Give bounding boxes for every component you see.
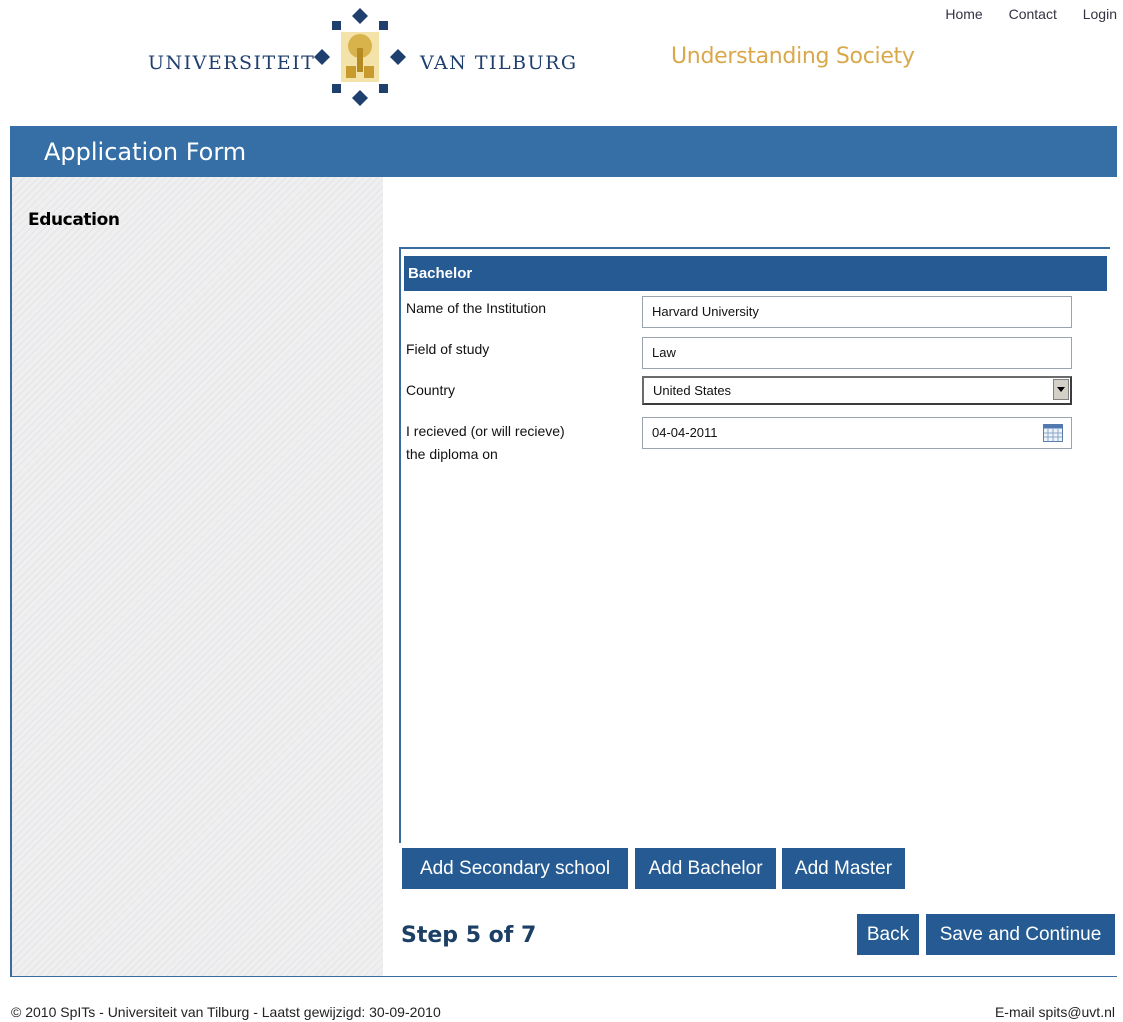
field-of-study-input[interactable]: Law [642,337,1072,369]
page-title: Application Form [44,138,247,166]
university-seal-icon [314,8,406,106]
step-indicator: Step 5 of 7 [401,923,537,948]
logo-text-right: VAN TILBURG [420,52,578,74]
footer-email[interactable]: E-mail spits@uvt.nl [995,1004,1115,1020]
institution-input[interactable]: Harvard University [642,296,1072,328]
sidebar-section-title: Education [28,210,120,230]
country-select[interactable]: United States [642,376,1072,405]
add-bachelor-button[interactable]: Add Bachelor [635,848,776,889]
title-bar: Application Form [10,126,1117,177]
diploma-date-input[interactable]: 04-04-2011 [642,417,1072,449]
logo-text-left: UNIVERSITEIT [148,52,316,74]
diploma-date-label: I recieved (or will recieve) the diploma… [406,420,565,466]
university-logo[interactable]: UNIVERSITEIT VAN TILBURG [148,8,578,106]
country-selected-value: United States [653,383,732,398]
country-label: Country [406,382,456,398]
diploma-date-value: 04-04-2011 [652,425,718,440]
nav-home-link[interactable]: Home [945,6,982,22]
panel-header: Bachelor [404,256,1107,291]
education-panel: Bachelor Name of the Institution Harvard… [399,247,1110,843]
sidebar: Education [10,177,383,977]
chevron-down-icon[interactable] [1053,379,1069,400]
diploma-date-label-line1: I recieved (or will recieve) [406,423,565,439]
sidebar-border [10,177,12,977]
nav-contact-link[interactable]: Contact [1009,6,1057,22]
nav-login-link[interactable]: Login [1083,6,1117,22]
calendar-icon[interactable] [1043,424,1063,442]
footer-copyright: © 2010 SpITs - Universiteit van Tilburg … [11,1004,441,1020]
add-master-button[interactable]: Add Master [782,848,905,889]
content-divider [10,976,1117,977]
field-of-study-label: Field of study [406,341,490,357]
back-button[interactable]: Back [857,914,919,955]
panel-heading: Bachelor [408,265,473,282]
tagline: Understanding Society [671,44,915,69]
top-navigation: Home Contact Login [923,6,1117,22]
institution-label: Name of the Institution [406,300,547,316]
diploma-date-label-line2: the diploma on [406,446,498,462]
save-and-continue-button[interactable]: Save and Continue [926,914,1115,955]
add-secondary-school-button[interactable]: Add Secondary school [402,848,628,889]
